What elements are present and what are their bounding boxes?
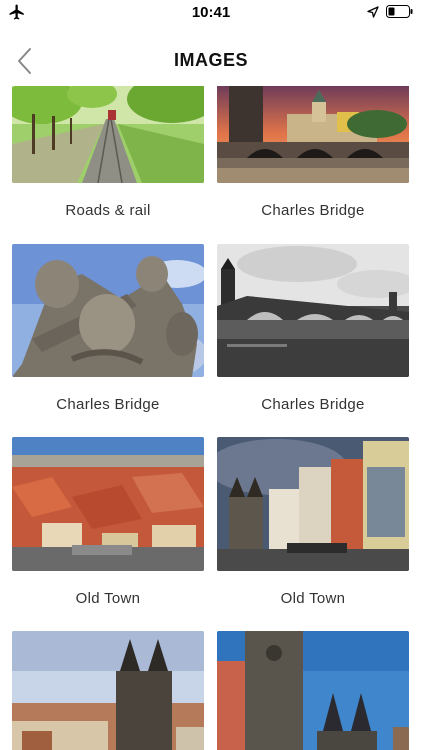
image-caption: Old Town	[75, 590, 141, 607]
image-caption: Roads & rail	[65, 202, 151, 219]
image-card[interactable]	[12, 631, 204, 750]
page-title: IMAGES	[173, 50, 248, 70]
thumbnail-roads-rail[interactable]	[12, 84, 204, 183]
thumbnail-old-town-tower[interactable]	[217, 631, 409, 750]
thumbnail-charles-bridge-bw[interactable]	[217, 244, 409, 377]
image-card[interactable]	[217, 631, 409, 750]
navigation-bar: IMAGES	[0, 36, 422, 86]
thumbnail-old-town-rooftops[interactable]	[12, 437, 204, 571]
thumbnail-charles-bridge-statue[interactable]	[12, 244, 204, 377]
image-caption: Old Town	[280, 590, 346, 607]
thumbnail-tyn-church[interactable]	[12, 631, 204, 750]
image-caption: Charles Bridge	[261, 202, 365, 219]
image-card[interactable]: Charles Bridge	[217, 84, 409, 236]
image-card[interactable]: Charles Bridge	[12, 244, 204, 424]
thumbnail-charles-bridge-sunset[interactable]	[217, 84, 409, 183]
thumbnail-old-town-square[interactable]	[217, 437, 409, 571]
image-caption: Charles Bridge	[56, 396, 160, 413]
image-caption: Charles Bridge	[261, 396, 365, 413]
image-card[interactable]: Old Town	[12, 437, 204, 617]
image-card[interactable]: Old Town	[217, 437, 409, 617]
image-grid: Roads & rail Charles Bridge Charles Brid…	[0, 0, 422, 750]
image-card[interactable]: Charles Bridge	[217, 244, 409, 424]
image-card[interactable]: Roads & rail	[12, 84, 204, 236]
